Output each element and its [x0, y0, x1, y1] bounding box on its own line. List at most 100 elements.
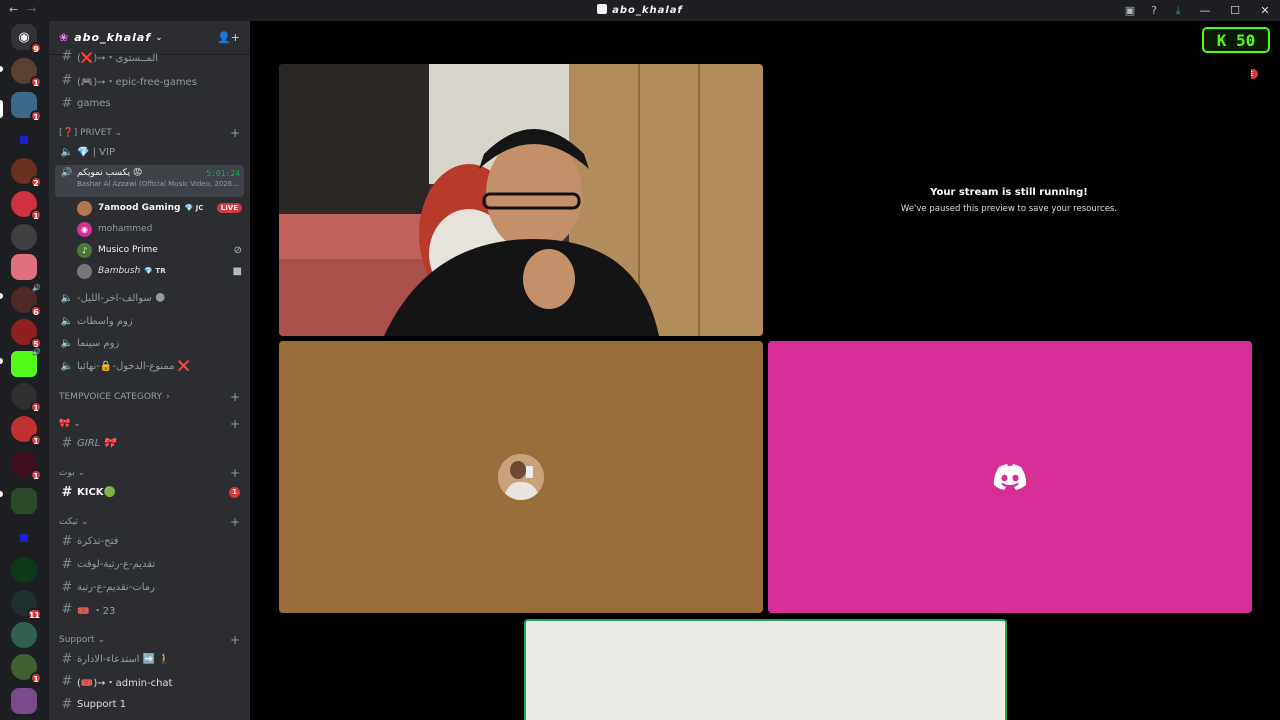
server-icon-18[interactable]: 1 — [11, 654, 42, 684]
home-button[interactable]: ◉ 9 — [11, 24, 42, 54]
speaker-icon: 🔈 — [60, 337, 74, 349]
add-channel-icon[interactable]: + — [230, 417, 240, 431]
channel-name: فتح-تذكرة — [77, 535, 119, 547]
server-badge: 1 — [30, 76, 42, 88]
add-channel-icon[interactable]: + — [230, 126, 240, 140]
category-privet[interactable]: [❓] PRIVET ⌄ + — [55, 125, 240, 141]
hash-icon: # — [61, 484, 73, 500]
server-icon — [597, 4, 608, 14]
minimize-button[interactable]: — — [1190, 4, 1220, 17]
server-icon-2[interactable] — [20, 136, 28, 144]
server-list: ◉ 9 1 1 2 1 🔊 6 5 🔊 1 1 1 11 1 — [0, 21, 49, 720]
server-icon-6[interactable] — [11, 254, 37, 280]
forward-button[interactable]: → — [27, 3, 36, 16]
hash-icon: # — [61, 673, 73, 689]
server-pill — [0, 293, 3, 299]
category-bot[interactable]: بوت ⌄ + — [55, 465, 240, 481]
channel-ticket[interactable]: # رمات-تقديم-ع-رتبة — [55, 577, 244, 597]
hash-icon: # — [61, 435, 73, 451]
voice-channel[interactable]: 🔈 -سوالف-اخر-الليل 🌑 — [55, 288, 244, 308]
help-icon[interactable]: ? — [1142, 4, 1166, 17]
channel-name: زوم واسطات — [77, 315, 133, 327]
server-icon-3[interactable]: 2 — [11, 158, 42, 188]
server-icon-10[interactable]: 1 — [11, 383, 42, 413]
channel-support-1[interactable]: # Support 1 — [55, 694, 244, 714]
voice-channel-vip[interactable]: 🔈 💎 | VIP — [55, 142, 244, 162]
channel-ticket[interactable]: # 🎟️ ・23 — [55, 599, 244, 619]
voice-user[interactable]: ♪ Musico Prime ⊘ — [77, 240, 242, 260]
user-tile-avatar[interactable] — [279, 341, 763, 613]
back-button[interactable]: ← — [9, 3, 18, 16]
voice-channel-active[interactable]: 🔊 يكسب نمويكم 😡 5:01:24 Bashar Al Azzawi (… — [55, 165, 244, 197]
server-icon-4[interactable]: 1 — [11, 191, 42, 221]
server-badge: 1 — [30, 110, 42, 122]
download-icon[interactable]: ⤓ — [1166, 4, 1190, 18]
server-folder[interactable] — [11, 488, 37, 514]
camera-tile[interactable] — [279, 64, 763, 336]
user-tile-discord[interactable] — [768, 341, 1252, 613]
voice-channel[interactable]: 🔈 ممنوع-الدخول-🔒-نهائيا ❌ — [55, 356, 244, 376]
server-icon-11[interactable]: 1 — [11, 416, 42, 446]
channel-name: Support 1 — [77, 698, 127, 710]
category-girl[interactable]: 🎀 ⌄ + — [55, 416, 240, 432]
channel-name: (🎮)➙・epic-free-games — [77, 76, 197, 88]
hash-icon: # — [61, 579, 73, 595]
channel-kick[interactable]: # KICK🟢 1 — [55, 482, 244, 502]
channel-girl[interactable]: # GIRL 🎀 — [55, 433, 244, 453]
channel-name: -سوالف-اخر-الليل 🌑 — [77, 292, 166, 304]
channel-ticket[interactable]: # تقديم-ع-رتبة-لوقت — [55, 554, 244, 574]
close-button[interactable]: ✕ — [1250, 4, 1280, 17]
server-icon-8[interactable]: 5 — [11, 319, 42, 349]
voice-channel[interactable]: 🔈 زوم سينما — [55, 333, 244, 353]
voice-user[interactable]: Bambush 💎 TR ■ — [77, 261, 242, 281]
channel-call-admin[interactable]: # استدعاء-الادارة ➡️ 🚶 — [55, 649, 244, 669]
add-channel-icon[interactable]: + — [230, 390, 240, 404]
add-channel-icon[interactable]: + — [230, 633, 240, 647]
server-badge: 11 — [26, 608, 42, 620]
user-tile-speaking[interactable] — [524, 619, 1007, 720]
server-icon-19[interactable] — [11, 688, 37, 714]
server-icon-17[interactable] — [11, 622, 37, 648]
server-icon-16[interactable]: 11 — [11, 590, 42, 620]
add-member-icon[interactable]: 👤+ — [217, 31, 240, 44]
voice-channel[interactable]: 🔈 زوم واسطات — [55, 311, 244, 331]
channel-levels[interactable]: # (❌)➙・المــستوى — [55, 48, 244, 64]
add-channel-icon[interactable]: + — [230, 466, 240, 480]
server-icon-1[interactable]: 1 — [11, 92, 42, 122]
add-channel-icon[interactable]: + — [230, 515, 240, 529]
category-tickets[interactable]: تيكت ⌄ + — [55, 514, 240, 530]
category-name: [❓] PRIVET — [59, 128, 112, 138]
inbox-icon[interactable]: ▣ — [1118, 4, 1142, 17]
voice-user[interactable]: ◉ mohammed — [77, 219, 242, 239]
server-icon-5[interactable] — [11, 224, 37, 250]
maximize-button[interactable]: ☐ — [1220, 4, 1250, 17]
server-badge: 2 — [30, 176, 42, 188]
server-badge: 1 — [30, 434, 42, 446]
channel-ticket[interactable]: # فتح-تذكرة — [55, 531, 244, 551]
channel-games[interactable]: # games — [55, 93, 244, 113]
server-icon-15[interactable] — [11, 557, 37, 583]
channel-name: (🎟️)➙・admin-chat — [77, 677, 173, 689]
server-icon-14[interactable] — [20, 534, 28, 542]
avatar — [498, 454, 544, 500]
category-name: تيكت — [59, 517, 79, 527]
speaker-icon: 🔈 — [60, 146, 74, 158]
category-name: Support — [59, 635, 95, 645]
paused-stream-tile[interactable]: Your stream is still running! We've paus… — [767, 64, 1251, 336]
channel-epic-free-games[interactable]: # (🎮)➙・epic-free-games — [55, 70, 244, 90]
channel-admin-chat[interactable]: # (🎟️)➙・admin-chat — [55, 671, 244, 691]
server-icon-0[interactable]: 1 — [11, 58, 42, 88]
server-icon-12[interactable]: 1 — [11, 451, 42, 481]
category-tempvoice[interactable]: TEMPVOICE CATEGORY › + — [55, 389, 240, 405]
chevron-right-icon: › — [166, 392, 170, 402]
hash-icon: # — [61, 533, 73, 549]
server-badge: 6 — [30, 305, 42, 317]
server-icon-9[interactable]: 🔊 — [11, 348, 41, 377]
voice-user[interactable]: 7amood Gaming 💎 JC LIVE — [77, 198, 242, 218]
avatar: ♪ — [77, 242, 92, 258]
user-name: Musico Prime — [98, 245, 158, 255]
server-pill — [0, 100, 3, 118]
category-support[interactable]: Support ⌄ + — [55, 632, 240, 648]
server-icon-7[interactable]: 🔊 6 — [11, 284, 42, 317]
hash-icon: # — [61, 696, 73, 712]
